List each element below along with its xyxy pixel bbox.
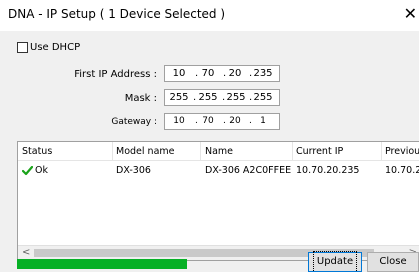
gateway-field[interactable]: 10 . 70 . 20 . 1 xyxy=(164,113,280,130)
gateway-separator: . xyxy=(223,116,226,126)
row-name: DX-306 A2C0FFEE xyxy=(205,165,292,176)
first-ip-label: First IP Address : xyxy=(74,69,157,80)
gateway-separator: . xyxy=(249,116,252,126)
first-ip-field[interactable]: 10 . 70 . 20 . 235 xyxy=(164,65,280,82)
device-list[interactable]: Status Model name Name Current IP Previo… xyxy=(17,141,419,261)
use-dhcp-checkbox-row[interactable]: Use DHCP xyxy=(17,40,80,54)
mask-field[interactable]: 255 . 255 . 255 . 255 xyxy=(164,89,280,106)
first-ip-octet-3[interactable]: 20 xyxy=(227,68,243,79)
mask-octet-1[interactable]: 255 xyxy=(169,92,189,103)
first-ip-separator: . xyxy=(195,68,199,79)
column-divider[interactable] xyxy=(200,142,201,160)
first-ip-octet-2[interactable]: 70 xyxy=(200,68,216,79)
progress-bar xyxy=(17,259,187,269)
window-title: DNA - IP Setup ( 1 Device Selected ) xyxy=(8,7,226,21)
list-header: Status Model name Name Current IP Previo… xyxy=(18,142,419,161)
first-ip-separator: . xyxy=(223,68,227,79)
gateway-octet-3[interactable]: 20 xyxy=(227,116,243,126)
update-button-label: Update xyxy=(312,251,358,272)
first-ip-octet-4[interactable]: 235 xyxy=(253,68,273,79)
mask-separator: . xyxy=(193,92,197,103)
column-header-name[interactable]: Name xyxy=(205,146,233,157)
column-header-status[interactable]: Status xyxy=(22,146,52,157)
close-button[interactable]: Close xyxy=(367,252,419,272)
scroll-left-arrow-icon[interactable]: < xyxy=(22,247,30,258)
gateway-octet-1[interactable]: 10 xyxy=(171,116,187,126)
progress-bar-fill xyxy=(17,259,187,269)
first-ip-octet-1[interactable]: 10 xyxy=(171,68,187,79)
title-bar: DNA - IP Setup ( 1 Device Selected ) ✕ xyxy=(0,0,419,31)
use-dhcp-checkbox[interactable] xyxy=(17,41,28,53)
row-previous-ip: 10.70.20 xyxy=(385,165,419,176)
update-button[interactable]: Update xyxy=(308,251,362,272)
mask-octet-3[interactable]: 255 xyxy=(226,92,246,103)
column-header-previous[interactable]: Previous xyxy=(385,146,419,157)
mask-label: Mask : xyxy=(124,93,157,104)
close-icon[interactable]: ✕ xyxy=(404,3,417,25)
mask-octet-4[interactable]: 255 xyxy=(253,92,273,103)
column-header-model-name[interactable]: Model name xyxy=(116,146,174,157)
close-button-label: Close xyxy=(379,256,407,267)
row-model-name: DX-306 xyxy=(116,165,151,176)
column-divider[interactable] xyxy=(112,142,113,160)
column-divider[interactable] xyxy=(292,142,293,160)
row-current-ip: 10.70.20.235 xyxy=(296,165,360,176)
check-icon xyxy=(22,166,33,176)
first-ip-separator: . xyxy=(249,68,253,79)
column-divider[interactable] xyxy=(381,142,382,160)
gateway-separator: . xyxy=(195,116,198,126)
mask-separator: . xyxy=(249,92,253,103)
gateway-octet-2[interactable]: 70 xyxy=(200,116,216,126)
mask-separator: . xyxy=(222,92,226,103)
gateway-label: Gateway : xyxy=(111,117,157,127)
mask-octet-2[interactable]: 255 xyxy=(198,92,218,103)
gateway-octet-4[interactable]: 1 xyxy=(253,116,273,126)
column-header-current-ip[interactable]: Current IP xyxy=(296,146,343,157)
use-dhcp-label[interactable]: Use DHCP xyxy=(30,42,80,53)
row-status: Ok xyxy=(35,165,48,176)
